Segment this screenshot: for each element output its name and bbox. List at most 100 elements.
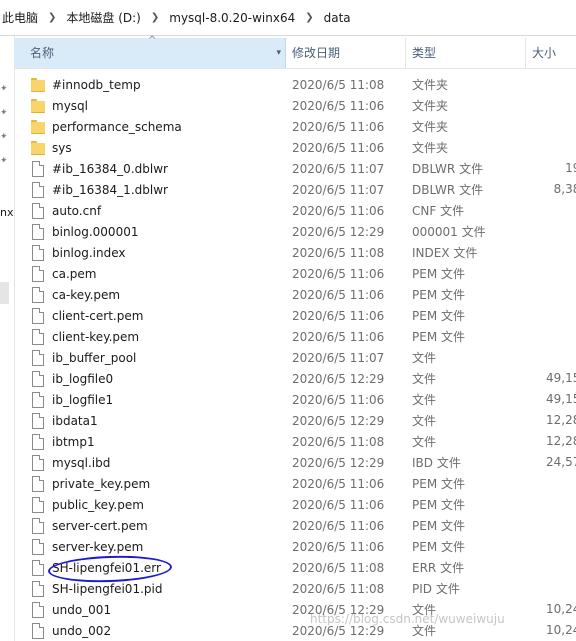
file-name-cell[interactable]: server-cert.pem — [14, 517, 286, 534]
navigation-pane[interactable]: ✦ ✦ ✦ ✦ nx — [0, 36, 15, 641]
file-name-cell[interactable]: private_key.pem — [14, 475, 286, 492]
nav-item-label[interactable]: nx — [0, 206, 13, 219]
file-date: 2020/6/5 11:06 — [292, 329, 385, 344]
chevron-right-icon[interactable]: ❯ — [40, 12, 64, 23]
file-date: 2020/6/5 11:07 — [292, 182, 385, 197]
file-name-cell[interactable]: server-key.pem — [14, 538, 286, 555]
file-row[interactable]: #innodb_temp 2020/6/5 11:08 文件夹 — [14, 74, 576, 95]
file-row[interactable]: client-key.pem2020/6/5 11:06PEM 文件2 — [14, 326, 576, 347]
file-type: PEM 文件 — [412, 330, 465, 344]
breadcrumb-mysql-folder[interactable]: mysql-8.0.20-winx64 — [167, 11, 297, 25]
breadcrumb-local-disk-d[interactable]: 本地磁盘 (D:) — [64, 9, 142, 26]
column-header-size[interactable]: 大小 — [526, 38, 576, 68]
file-row[interactable]: public_key.pem2020/6/5 11:06PEM 文件1 — [14, 494, 576, 515]
nav-selected-item[interactable] — [0, 282, 9, 304]
file-row[interactable]: sys 2020/6/5 11:06 文件夹 — [14, 137, 576, 158]
file-date: 2020/6/5 11:08 — [292, 77, 385, 92]
file-type: 文件夹 — [412, 141, 449, 155]
file-name-cell[interactable]: #innodb_temp — [14, 77, 286, 93]
file-name-cell[interactable]: client-key.pem — [14, 328, 286, 345]
file-name-cell[interactable]: auto.cnf — [14, 202, 286, 219]
file-name-cell[interactable]: undo_002 — [14, 622, 286, 639]
file-name-cell[interactable]: ca-key.pem — [14, 286, 286, 303]
file-icon — [30, 475, 46, 492]
file-row[interactable]: binlog.index2020/6/5 11:08INDEX 文件1 — [14, 242, 576, 263]
file-name-cell[interactable]: public_key.pem — [14, 496, 286, 513]
file-type: 文件 — [412, 393, 437, 407]
file-icon — [30, 286, 46, 303]
file-icon — [30, 349, 46, 366]
file-name-cell[interactable]: performance_schema — [14, 119, 286, 135]
file-row[interactable]: #ib_16384_1.dblwr 2020/6/5 11:07 DBLWR 文件 8… — [14, 179, 576, 200]
file-row[interactable]: ib_logfile0 2020/6/5 12:29 文件 49,152 — [14, 368, 576, 389]
file-row[interactable]: ibtmp1 2020/6/5 11:08 文件 12,288 — [14, 431, 576, 452]
file-row[interactable]: private_key.pem2020/6/5 11:06PEM 文件2 — [14, 473, 576, 494]
address-bar[interactable]: 此电脑 ❯ 本地磁盘 (D:) ❯ mysql-8.0.20-winx64 ❯ … — [0, 0, 576, 36]
file-name-cell[interactable]: mysql.ibd — [14, 454, 286, 471]
file-name-cell[interactable]: sys — [14, 140, 286, 156]
file-type: DBLWR 文件 — [412, 183, 484, 197]
file-name: performance_schema — [52, 119, 182, 134]
file-row[interactable]: undo_001 2020/6/5 12:29 文件 10,240 — [14, 599, 576, 620]
file-name: ibtmp1 — [52, 434, 95, 449]
file-name-cell[interactable]: ib_buffer_pool — [14, 349, 286, 366]
file-row[interactable]: client-cert.pem2020/6/5 11:06PEM 文件2 — [14, 305, 576, 326]
file-icon — [30, 202, 46, 219]
file-name-cell[interactable]: #ib_16384_1.dblwr — [14, 181, 286, 198]
column-header-date[interactable]: 修改日期 — [286, 38, 406, 68]
file-name: ca-key.pem — [52, 287, 121, 302]
column-header-name[interactable]: ^ 名称 ▾ — [14, 35, 286, 68]
file-row[interactable]: ib_logfile1 2020/6/5 11:06 文件 49,152 — [14, 389, 576, 410]
file-name: SH-lipengfei01.pid — [52, 581, 163, 596]
file-row[interactable]: ib_buffer_pool2020/6/5 11:07文件6 — [14, 347, 576, 368]
file-date: 2020/6/5 12:29 — [292, 623, 385, 638]
file-icon — [30, 454, 46, 471]
file-name-cell[interactable]: mysql — [14, 98, 286, 114]
file-type: PEM 文件 — [412, 519, 465, 533]
file-row[interactable]: ca.pem2020/6/5 11:06PEM 文件2 — [14, 263, 576, 284]
file-name-cell[interactable]: undo_001 — [14, 601, 286, 618]
chevron-right-icon[interactable]: ❯ — [297, 12, 321, 23]
file-row[interactable]: mysql.ibd 2020/6/5 12:29 IBD 文件 24,576 — [14, 452, 576, 473]
file-name: binlog.000001 — [52, 224, 139, 239]
file-row[interactable]: ibdata1 2020/6/5 12:29 文件 12,288 — [14, 410, 576, 431]
file-name-cell[interactable]: SH-lipengfei01.err — [14, 559, 286, 576]
chevron-down-icon[interactable]: ▾ — [276, 38, 281, 68]
file-row[interactable]: SH-lipengfei01.pid2020/6/5 11:08PID 文件1 — [14, 578, 576, 599]
file-name: mysql — [52, 98, 88, 113]
file-date: 2020/6/5 11:06 — [292, 497, 385, 512]
chevron-right-icon[interactable]: ❯ — [143, 12, 167, 23]
file-row[interactable]: server-key.pem2020/6/5 11:06PEM 文件2 — [14, 536, 576, 557]
file-row[interactable]: undo_002 2020/6/5 12:29 文件 10,240 — [14, 620, 576, 641]
file-name-cell[interactable]: binlog.index — [14, 244, 286, 261]
file-name-cell[interactable]: ibdata1 — [14, 412, 286, 429]
file-date: 2020/6/5 11:08 — [292, 245, 385, 260]
file-name-cell[interactable]: SH-lipengfei01.pid — [14, 580, 286, 597]
file-row[interactable]: performance_schema 2020/6/5 11:06 文件夹 — [14, 116, 576, 137]
file-row[interactable]: SH-lipengfei01.err2020/6/5 11:08ERR 文件2 — [14, 557, 576, 578]
breadcrumb-data-folder[interactable]: data — [322, 11, 353, 25]
file-row[interactable]: server-cert.pem2020/6/5 11:06PEM 文件2 — [14, 515, 576, 536]
breadcrumb-this-pc[interactable]: 此电脑 — [0, 9, 40, 26]
file-name-cell[interactable]: ca.pem — [14, 265, 286, 282]
file-icon — [30, 244, 46, 261]
file-row[interactable]: auto.cnf2020/6/5 11:06CNF 文件1 — [14, 200, 576, 221]
column-header-type[interactable]: 类型 — [406, 38, 526, 68]
file-type: CNF 文件 — [412, 204, 465, 218]
file-type: ERR 文件 — [412, 561, 465, 575]
file-size: 192 — [565, 160, 576, 175]
file-type: 文件夹 — [412, 78, 449, 92]
file-name: auto.cnf — [52, 203, 102, 218]
file-name-cell[interactable]: #ib_16384_0.dblwr — [14, 160, 286, 177]
file-name-cell[interactable]: ibtmp1 — [14, 433, 286, 450]
file-row[interactable]: binlog.0000012020/6/5 12:29000001 文件2 — [14, 221, 576, 242]
file-row[interactable]: mysql 2020/6/5 11:06 文件夹 — [14, 95, 576, 116]
file-row[interactable]: ca-key.pem2020/6/5 11:06PEM 文件2 — [14, 284, 576, 305]
file-date: 2020/6/5 12:29 — [292, 413, 385, 428]
file-name-cell[interactable]: ib_logfile1 — [14, 391, 286, 408]
file-name-cell[interactable]: binlog.000001 — [14, 223, 286, 240]
file-name: server-key.pem — [52, 539, 144, 554]
file-name-cell[interactable]: client-cert.pem — [14, 307, 286, 324]
file-name-cell[interactable]: ib_logfile0 — [14, 370, 286, 387]
file-row[interactable]: #ib_16384_0.dblwr 2020/6/5 11:07 DBLWR 文件 1… — [14, 158, 576, 179]
